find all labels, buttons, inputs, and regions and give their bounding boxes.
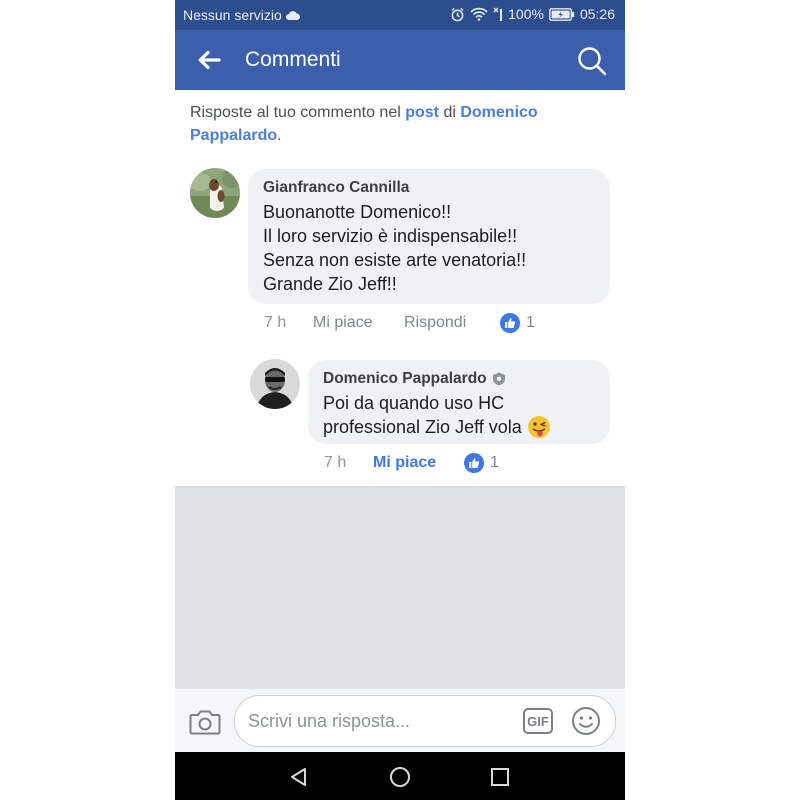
empty-area [175,486,625,688]
search-button[interactable] [575,44,609,78]
battery-charging-icon [549,7,575,21]
winking-tongue-emoji-icon [527,416,550,438]
comment-author-row: Domenico Pappalardo [323,370,506,388]
reply-context-text: Risposte al tuo commento nel post di Dom… [190,101,600,147]
search-icon [578,47,607,76]
comment-line: professional Zio Jeff vola [323,417,522,437]
profile-photo-avatar-image [250,359,300,409]
emoji-button[interactable] [571,706,601,736]
comment-timestamp: 7 h [324,454,347,471]
back-arrow-icon [198,50,221,70]
comment-line: Senza non esiste arte venatoria!! [263,250,527,270]
comment-bubble: Gianfranco Cannilla Buonanotte Domenico!… [248,169,610,304]
like-count[interactable]: 1 [464,453,499,473]
comment-actions: 7 h Mi piace 1 [324,453,499,473]
camera-button[interactable] [189,708,221,736]
thumbs-up-icon [464,453,484,473]
wifi-icon [470,7,488,21]
thumbs-up-icon [500,313,520,333]
alarm-icon [450,7,465,22]
avatar[interactable] [250,359,300,409]
comment-bubble: Domenico Pappalardo Poi da quando uso HC… [308,360,610,444]
comment-timestamp: 7 h [264,314,287,331]
post-link[interactable]: post [405,104,439,121]
comment-author[interactable]: Gianfranco Cannilla [263,179,409,197]
context-middle: di [439,104,461,121]
no-signal-icon [493,7,503,22]
context-suffix: . [277,127,282,144]
comment-line: Poi da quando uso HC [323,393,505,413]
like-count-value: 1 [526,314,535,331]
reply-button[interactable]: Rispondi [404,314,500,332]
status-bar: Nessun servizio 100% 05:26 [175,0,625,30]
clock-time: 05:26 [579,6,615,22]
page-title: Commenti [245,48,341,71]
context-prefix: Risposte al tuo commento nel [190,104,406,121]
comment-line-with-emoji: professional Zio Jeff vola [323,415,551,439]
reply-composer: GIF [175,688,625,753]
nav-back-button[interactable] [286,764,312,790]
like-count[interactable]: 1 [500,313,535,333]
battery-percent: 100% [508,6,544,22]
back-button[interactable] [193,46,225,74]
square-recents-icon [491,768,509,786]
nav-home-button[interactable] [387,764,413,790]
comment-text: Poi da quando uso HC professional Zio Je… [323,391,551,439]
like-button[interactable]: Mi piace [373,454,464,472]
like-button[interactable]: Mi piace [313,314,404,332]
dog-photo-avatar-image [190,168,240,218]
smiley-icon [572,707,600,735]
circle-home-icon [390,767,410,787]
comment-text: Buonanotte Domenico!! Il loro servizio è… [263,200,526,296]
comment-line: Grande Zio Jeff!! [263,274,397,294]
carrier-label: Nessun servizio [183,7,282,23]
system-navigation-bar [175,752,625,800]
moderator-badge-icon [492,372,505,386]
cloud-icon [285,10,300,20]
like-count-value: 1 [490,454,499,471]
comment-line: Il loro servizio è indispensabile!! [263,226,518,246]
nav-recents-button[interactable] [487,764,513,790]
triangle-back-icon [291,768,306,786]
comment-actions: 7 h Mi piace Rispondi 1 [264,313,535,333]
camera-icon [189,710,221,735]
phone-screen: Nessun servizio 100% 05:26 Commenti Risp… [175,0,625,800]
app-bar: Commenti [175,30,625,90]
gif-button[interactable]: GIF [523,708,553,734]
comment-author[interactable]: Domenico Pappalardo [323,370,487,388]
reply-input[interactable] [248,709,498,733]
comment-line: Buonanotte Domenico!! [263,202,452,222]
avatar[interactable] [190,168,240,218]
reply-input-container: GIF [234,695,616,747]
